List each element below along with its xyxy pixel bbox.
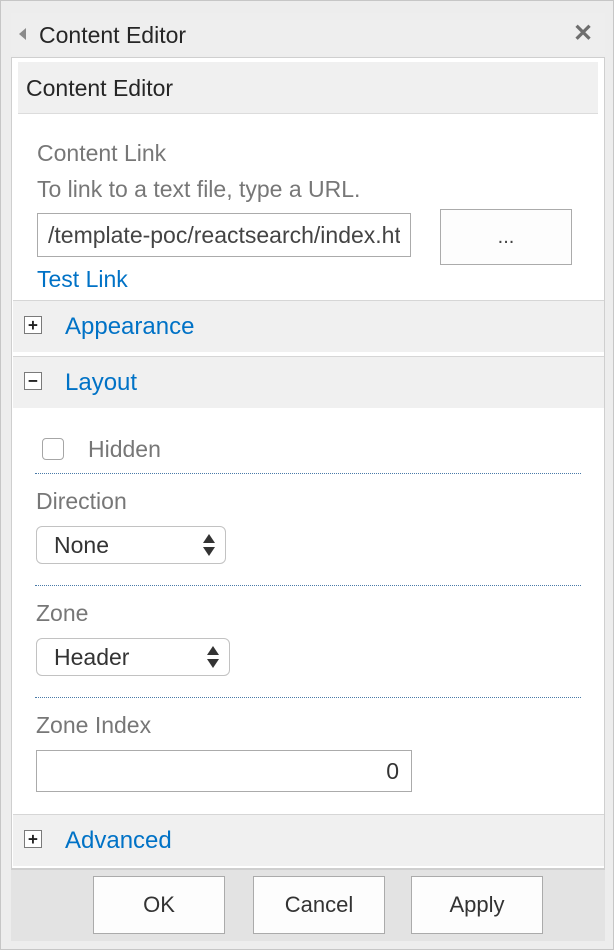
zone-label: Zone bbox=[36, 600, 89, 626]
collapse-left-triangle-icon[interactable] bbox=[19, 28, 26, 40]
section-layout-header[interactable]: − Layout bbox=[13, 356, 604, 408]
hidden-label: Hidden bbox=[88, 436, 161, 462]
webpart-header: Content Editor bbox=[18, 62, 598, 114]
section-advanced-title[interactable]: Advanced bbox=[65, 827, 172, 855]
divider bbox=[35, 697, 581, 698]
tool-pane-body: Content Editor Content Link To link to a… bbox=[11, 57, 605, 869]
test-link[interactable]: Test Link bbox=[37, 266, 128, 293]
direction-select[interactable]: None bbox=[36, 526, 226, 564]
section-appearance-header[interactable]: + Appearance bbox=[13, 300, 604, 352]
plus-box-icon[interactable]: + bbox=[24, 830, 42, 848]
browse-button[interactable]: ... bbox=[440, 209, 572, 265]
up-down-arrows-icon bbox=[207, 644, 221, 670]
section-appearance-title[interactable]: Appearance bbox=[65, 313, 194, 341]
divider bbox=[35, 585, 581, 586]
close-icon[interactable]: ✕ bbox=[571, 22, 595, 46]
section-advanced-header[interactable]: + Advanced bbox=[13, 814, 604, 866]
direction-select-value: None bbox=[54, 532, 109, 558]
direction-label: Direction bbox=[36, 488, 127, 514]
zone-select-value: Header bbox=[54, 644, 130, 670]
zone-index-input[interactable] bbox=[36, 750, 412, 792]
zone-index-label: Zone Index bbox=[36, 712, 152, 738]
zone-select[interactable]: Header bbox=[36, 638, 230, 676]
divider bbox=[35, 473, 581, 474]
ok-button[interactable]: OK bbox=[93, 876, 225, 934]
tool-pane-title: Content Editor bbox=[39, 22, 187, 48]
up-down-arrows-icon bbox=[203, 532, 217, 558]
tool-pane-titlebar: Content Editor ✕ bbox=[11, 13, 605, 55]
minus-box-icon[interactable]: − bbox=[24, 372, 42, 390]
content-link-url-input[interactable] bbox=[37, 213, 411, 257]
section-layout-title[interactable]: Layout bbox=[65, 369, 137, 397]
cancel-button[interactable]: Cancel bbox=[253, 876, 385, 934]
apply-button[interactable]: Apply bbox=[411, 876, 543, 934]
content-link-hint: To link to a text file, type a URL. bbox=[37, 176, 361, 202]
webpart-header-title: Content Editor bbox=[26, 75, 174, 101]
content-link-label: Content Link bbox=[37, 140, 167, 166]
hidden-checkbox[interactable] bbox=[42, 438, 64, 460]
tool-pane-footer: OK Cancel Apply bbox=[11, 869, 605, 941]
tool-pane: Content Editor ✕ Content Editor Content … bbox=[0, 0, 614, 950]
plus-box-icon[interactable]: + bbox=[24, 316, 42, 334]
